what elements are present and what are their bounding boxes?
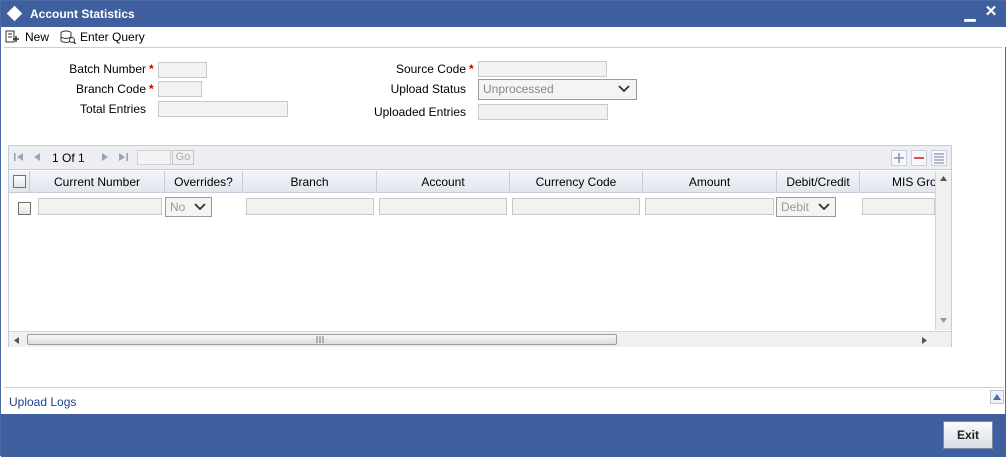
total-entries-field[interactable] <box>158 101 288 117</box>
row-checkbox[interactable] <box>18 202 31 215</box>
branch-code-required-mark: * <box>149 82 154 96</box>
vertical-scrollbar[interactable] <box>935 171 951 330</box>
close-icon[interactable]: ✕ <box>983 4 999 20</box>
window-diamond-icon <box>6 5 23 22</box>
source-code-label: Source Code <box>395 62 466 76</box>
enter-query-button-label: Enter Query <box>80 30 145 44</box>
last-page-icon[interactable] <box>117 151 129 163</box>
minimize-icon[interactable]: ▁ <box>963 5 977 21</box>
account-statistics-window: Account Statistics ▁ ✕ New Enter Query B… <box>0 0 1006 457</box>
branch-code-label: Branch Code <box>75 82 146 96</box>
chevron-down-icon <box>194 203 206 211</box>
overrides-select[interactable]: No <box>165 197 212 217</box>
single-view-icon[interactable] <box>931 150 947 166</box>
scroll-right-icon[interactable] <box>921 336 928 345</box>
column-header-debit-credit[interactable]: Debit/Credit <box>777 171 860 193</box>
next-page-icon[interactable] <box>99 151 111 163</box>
amount-cell[interactable] <box>645 198 774 215</box>
column-header-amount[interactable]: Amount <box>643 171 777 193</box>
column-header-currency-code[interactable]: Currency Code <box>510 171 643 193</box>
debit-credit-value: Debit <box>781 200 810 214</box>
column-header-branch[interactable]: Branch <box>243 171 377 193</box>
scroll-left-icon[interactable] <box>13 336 20 345</box>
arrow-up-icon <box>993 394 1001 400</box>
scroll-to-top-icon[interactable] <box>990 390 1004 404</box>
column-header-overrides[interactable]: Overrides? <box>165 171 243 193</box>
branch-cell[interactable] <box>246 198 374 215</box>
column-header-current-number[interactable]: Current Number <box>30 171 165 193</box>
uploaded-entries-label: Uploaded Entries <box>373 105 466 119</box>
page-number-input[interactable] <box>137 150 171 165</box>
horizontal-scrollbar[interactable] <box>9 331 951 347</box>
scroll-up-icon[interactable] <box>939 175 948 182</box>
column-header-mis-group[interactable]: MIS Gro <box>860 171 935 193</box>
uploaded-entries-field[interactable] <box>478 104 608 120</box>
column-header-account[interactable]: Account <box>377 171 510 193</box>
source-code-field[interactable] <box>478 61 607 77</box>
first-page-icon[interactable] <box>13 151 25 163</box>
currency-code-cell[interactable] <box>512 198 640 215</box>
batch-number-field[interactable] <box>158 62 207 78</box>
title-bar: Account Statistics ▁ ✕ <box>1 1 1006 27</box>
total-entries-label: Total Entries <box>79 102 146 116</box>
new-icon <box>5 30 19 43</box>
list-icon <box>934 153 944 164</box>
new-button-label: New <box>25 30 50 44</box>
minus-icon <box>914 157 924 159</box>
plus-icon <box>894 153 904 163</box>
upload-status-value: Unprocessed <box>483 82 554 96</box>
batch-number-required-mark: * <box>149 62 154 76</box>
table-row: No Debit <box>9 194 935 218</box>
debit-credit-select[interactable]: Debit <box>776 197 836 217</box>
window-title: Account Statistics <box>30 7 135 21</box>
previous-page-icon[interactable] <box>31 151 43 163</box>
select-all-cell <box>9 171 30 193</box>
account-cell[interactable] <box>379 198 507 215</box>
entries-grid: 1 Of 1 Go Current Number Overrides? Bran… <box>8 145 952 347</box>
overrides-value: No <box>170 200 186 214</box>
upload-status-select[interactable]: Unprocessed <box>478 79 637 100</box>
grid-header-row: Current Number Overrides? Branch Account… <box>9 171 935 193</box>
enter-query-icon <box>60 30 76 44</box>
delete-row-icon[interactable] <box>911 150 927 166</box>
mis-group-cell[interactable] <box>862 198 935 215</box>
upload-logs-link[interactable]: Upload Logs <box>9 395 76 409</box>
source-code-required-mark: * <box>469 62 474 76</box>
horizontal-scroll-thumb[interactable] <box>27 334 617 345</box>
batch-number-label: Batch Number <box>69 62 146 76</box>
toolbar: New Enter Query <box>1 27 1006 47</box>
footer-divider <box>4 387 1004 388</box>
chevron-down-icon <box>818 203 830 211</box>
footer-bar <box>1 414 1006 457</box>
chevron-down-icon <box>618 85 630 93</box>
current-number-cell[interactable] <box>38 198 162 215</box>
toolbar-divider <box>4 47 1002 48</box>
enter-query-button[interactable]: Enter Query <box>60 28 145 46</box>
pager-text: 1 Of 1 <box>52 151 85 165</box>
branch-code-field[interactable] <box>158 81 202 97</box>
exit-button[interactable]: Exit <box>943 421 993 449</box>
grip-icon <box>316 336 324 343</box>
go-button[interactable]: Go <box>172 150 194 165</box>
new-button[interactable]: New <box>5 28 49 46</box>
grid-pager-bar: 1 Of 1 Go <box>9 146 951 170</box>
add-row-icon[interactable] <box>891 150 907 166</box>
select-all-checkbox[interactable] <box>13 175 26 188</box>
scroll-down-icon[interactable] <box>939 317 948 324</box>
upload-status-label: Upload Status <box>390 82 466 96</box>
